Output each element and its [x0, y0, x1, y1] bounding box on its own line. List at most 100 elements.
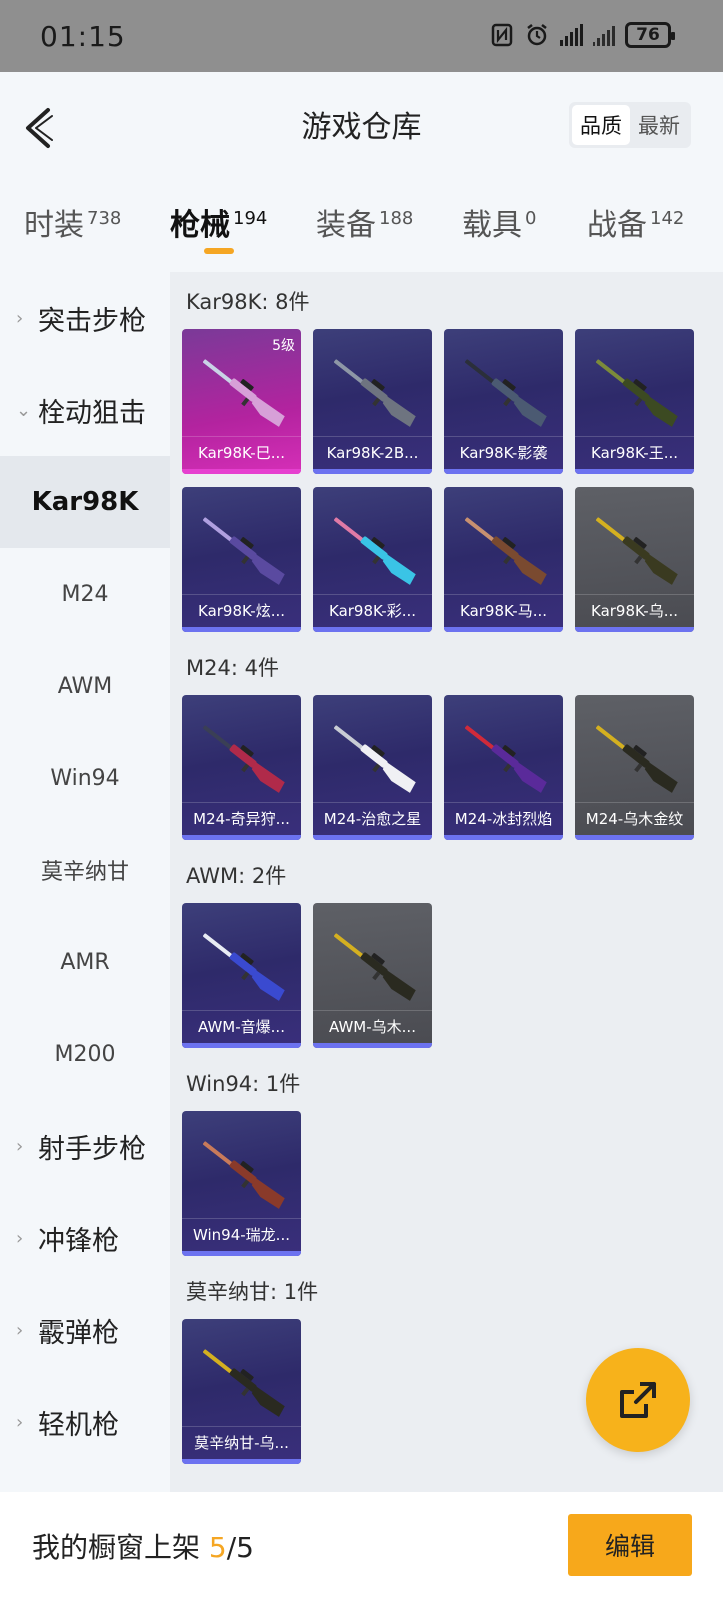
weapon-skin-card[interactable]: 5级 Kar98K-巳... [182, 329, 301, 474]
rarity-bar [444, 835, 563, 840]
sidebar-item-label: 冲锋枪 [38, 1225, 119, 1257]
sidebar-subitem[interactable]: AMR [0, 916, 170, 1008]
sidebar-item-selected[interactable]: Kar98K [0, 456, 170, 548]
rifle-image [321, 917, 425, 1017]
sidebar-category[interactable]: ⌄ 栓动狙击 [0, 364, 170, 456]
rarity-bar [182, 469, 301, 474]
weapon-skin-card[interactable]: M24-奇异狩... [182, 695, 301, 840]
weapon-skin-name: Kar98K-马... [444, 594, 563, 626]
rifle-image [190, 709, 294, 809]
rarity-bar [313, 1043, 432, 1048]
rifle-image [583, 501, 687, 601]
tab-count: 188 [379, 208, 414, 229]
showcase-count: 我的橱窗上架 5/5 [32, 1526, 254, 1566]
weapon-skin-card[interactable]: Win94-瑞龙... [182, 1111, 301, 1256]
weapon-skin-name: M24-奇异狩... [182, 802, 301, 834]
tab-count: 142 [650, 208, 685, 229]
tab-label: 战备 [587, 208, 647, 243]
chevron-right-icon: › [16, 307, 24, 329]
tab-tactical[interactable]: 战备 142 [587, 200, 684, 244]
share-button[interactable] [586, 1348, 690, 1452]
weapon-grid: Kar98K: 8件 5级 Kar98K-巳... Kar98K-2B... Kar98… [170, 272, 723, 1492]
chevron-right-icon: › [16, 1227, 24, 1249]
tab-fashion[interactable]: 时装 738 [24, 200, 121, 244]
battery-icon: 76 [625, 22, 675, 48]
sidebar-subitem[interactable]: M200 [0, 1008, 170, 1100]
rarity-bar [182, 627, 301, 632]
sidebar-category[interactable]: › 冲锋枪 [0, 1192, 170, 1284]
rifle-image [321, 343, 425, 443]
tab-count: 0 [525, 208, 537, 229]
weapon-skin-name: Kar98K-乌... [575, 594, 694, 626]
tab-label: 枪械 [170, 208, 230, 243]
rarity-bar [444, 469, 563, 474]
weapon-skin-card[interactable]: Kar98K-乌... [575, 487, 694, 632]
share-external-icon [620, 1382, 656, 1418]
weapon-skin-name: Kar98K-王... [575, 436, 694, 468]
section-title: 莫辛纳甘: 1件 [186, 1280, 319, 1304]
sidebar-category[interactable]: › 突击步枪 [0, 272, 170, 364]
status-time: 01:15 [40, 20, 126, 53]
weapon-skin-card[interactable]: Kar98K-彩... [313, 487, 432, 632]
tab-firearms[interactable]: 枪械 194 [170, 200, 268, 254]
weapon-skin-name: Win94-瑞龙... [182, 1218, 301, 1250]
rarity-bar [182, 835, 301, 840]
sidebar-category[interactable]: › 轻机枪 [0, 1376, 170, 1468]
weapon-skin-card[interactable]: Kar98K-马... [444, 487, 563, 632]
section-title: M24: 4件 [186, 656, 279, 680]
sidebar-subitem[interactable]: M24 [0, 548, 170, 640]
rarity-bar [313, 469, 432, 474]
weapon-skin-name: M24-乌木金纹 [575, 802, 694, 834]
weapon-skin-name: AWM-音爆... [182, 1010, 301, 1042]
rifle-image [452, 343, 556, 443]
sort-latest-button[interactable]: 最新 [630, 105, 688, 145]
section-title: Kar98K: 8件 [186, 290, 310, 314]
chevron-right-icon: › [16, 1411, 24, 1433]
tab-label: 装备 [316, 208, 376, 243]
weapon-skin-card[interactable]: M24-冰封烈焰 [444, 695, 563, 840]
tab-vehicles[interactable]: 载具 0 [462, 200, 536, 244]
sidebar-subitem[interactable]: AWM [0, 640, 170, 732]
sidebar-subitem[interactable]: 莫辛纳甘 [0, 824, 170, 916]
weapon-skin-card[interactable]: M24-乌木金纹 [575, 695, 694, 840]
weapon-category-sidebar: › 突击步枪 ⌄ 栓动狙击 Kar98K M24 AWM Win94 莫辛纳甘 AMR M200 › 射… [0, 272, 170, 1492]
section-title: AWM: 2件 [186, 864, 287, 888]
weapon-skin-card[interactable]: M24-治愈之星 [313, 695, 432, 840]
rifle-image [321, 501, 425, 601]
sort-toggle: 品质 最新 [569, 102, 691, 148]
showcase-label: 我的橱窗上架 [32, 1531, 209, 1564]
rifle-image [583, 709, 687, 809]
weapon-skin-card[interactable]: Kar98K-2B... [313, 329, 432, 474]
weapon-skin-card[interactable]: Kar98K-炫... [182, 487, 301, 632]
nfc-icon [491, 23, 513, 47]
tab-count: 194 [233, 208, 268, 229]
weapon-skin-card[interactable]: Kar98K-王... [575, 329, 694, 474]
tab-label: 时装 [24, 208, 84, 243]
rifle-image [321, 709, 425, 809]
edit-button[interactable]: 编辑 [568, 1514, 692, 1576]
weapon-skin-card[interactable]: 莫辛纳甘-乌... [182, 1319, 301, 1464]
sidebar-item-label: 栓动狙击 [38, 397, 146, 429]
weapon-skin-name: Kar98K-炫... [182, 594, 301, 626]
tab-count: 738 [87, 208, 122, 229]
sidebar-subitem[interactable]: Win94 [0, 732, 170, 824]
tab-equipment[interactable]: 装备 188 [316, 200, 413, 244]
showcase-total: /5 [226, 1531, 254, 1564]
rarity-bar [182, 1251, 301, 1256]
chevron-right-icon: › [16, 1319, 24, 1341]
weapon-skin-card[interactable]: AWM-乌木... [313, 903, 432, 1048]
active-tab-indicator [204, 248, 234, 254]
header: 游戏仓库 品质 最新 [0, 72, 723, 182]
weapon-skin-card[interactable]: Kar98K-影袭 [444, 329, 563, 474]
rifle-image [190, 501, 294, 601]
sort-quality-button[interactable]: 品质 [572, 105, 630, 145]
sidebar-category[interactable]: › 霰弹枪 [0, 1284, 170, 1376]
sidebar-category[interactable]: › 射手步枪 [0, 1100, 170, 1192]
weapon-skin-card[interactable]: AWM-音爆... [182, 903, 301, 1048]
rifle-image [452, 709, 556, 809]
sidebar-item-label: 霰弹枪 [38, 1317, 119, 1349]
status-bar: 01:15 76 [0, 0, 723, 72]
weapon-skin-name: M24-治愈之星 [313, 802, 432, 834]
rifle-image [190, 917, 294, 1017]
weapon-skin-name: Kar98K-影袭 [444, 436, 563, 468]
